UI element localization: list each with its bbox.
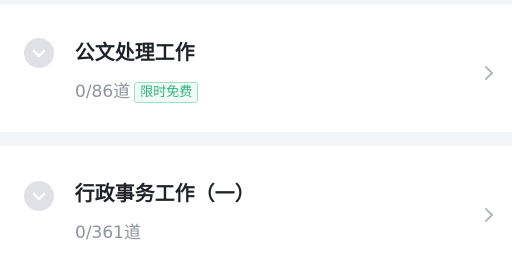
chevron-right-icon[interactable] [482,63,496,83]
question-count: 0/86道 [75,82,131,102]
chapter-item[interactable]: 公文处理工作 0/86道 限时免费 [0,5,512,132]
chapter-list: 公文处理工作 0/86道 限时免费 行政事务工作（一） 0/361道 [0,0,512,259]
question-count: 0/361道 [75,223,141,243]
chapter-item[interactable]: 行政事务工作（一） 0/361道 [0,146,512,259]
chevron-down-icon[interactable] [24,38,54,68]
chevron-right-icon[interactable] [482,205,496,225]
chevron-down-icon[interactable] [24,181,54,211]
chapter-title: 行政事务工作（一） [75,181,255,205]
chapter-meta: 0/86道 限时免费 [75,81,199,103]
free-badge: 限时免费 [134,81,199,103]
chapter-meta: 0/361道 [75,222,141,244]
chapter-title: 公文处理工作 [75,40,195,64]
